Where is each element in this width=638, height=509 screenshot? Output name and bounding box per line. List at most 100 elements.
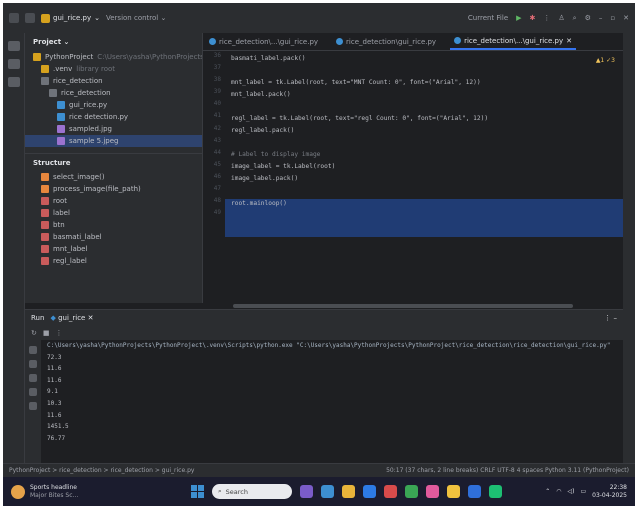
code-line[interactable]: regl_label.pack() — [231, 125, 623, 137]
pycharm-icon[interactable] — [468, 485, 481, 498]
print-icon[interactable] — [29, 388, 37, 396]
code-line[interactable]: mnt_label = tk.Label(root, text="MNT Cou… — [231, 76, 623, 88]
search-icon[interactable]: ⌕ — [573, 14, 577, 23]
structure-item[interactable]: btn — [25, 219, 202, 231]
python-file-icon — [209, 38, 216, 45]
code-line[interactable] — [231, 137, 623, 149]
tree-item[interactable]: sample 5.jpeg — [25, 135, 202, 147]
code-area[interactable]: basmati_label.pack() mnt_label = tk.Label… — [231, 52, 623, 309]
code-line[interactable] — [231, 209, 623, 221]
structure-item[interactable]: mnt_label — [25, 243, 202, 255]
chevron-up-icon[interactable]: ⌃ — [545, 488, 550, 495]
add-user-icon[interactable]: ♙ — [558, 14, 564, 22]
wifi-icon[interactable]: ◠ — [556, 488, 561, 495]
rerun-icon[interactable]: ↻ — [31, 329, 37, 337]
maximize-button[interactable]: ▫ — [610, 14, 615, 22]
debug-icon[interactable]: ✱ — [530, 14, 536, 22]
project-panel: Project ⌄ PythonProject C:\Users\yasha\Py… — [25, 33, 203, 303]
tree-item[interactable]: rice detection.py — [25, 111, 202, 123]
file-info[interactable]: 50:17 (37 chars, 2 line breaks) CRLF UTF… — [386, 467, 629, 474]
more-tools-icon[interactable] — [7, 77, 20, 87]
code-line[interactable] — [231, 100, 623, 112]
project-switcher[interactable]: gui_rice.py ⌄ — [41, 13, 100, 23]
structure-item[interactable]: root — [25, 195, 202, 207]
code-line[interactable]: image_label = tk.Label(root) — [231, 161, 623, 173]
member-icon — [41, 173, 49, 181]
project-tool-icon[interactable] — [7, 41, 20, 51]
battery-icon[interactable]: ▭ — [580, 488, 586, 495]
tree-item-label: rice_detection — [53, 77, 103, 85]
file-icon — [57, 137, 65, 145]
stop-icon[interactable]: ■ — [43, 329, 50, 337]
tree-item[interactable]: .venv library root — [25, 63, 202, 75]
run-side-toolbar — [25, 340, 41, 464]
taskview-icon[interactable] — [300, 485, 313, 498]
tree-item[interactable]: sampled.jpg — [25, 123, 202, 135]
trash-icon[interactable] — [29, 402, 37, 410]
code-line[interactable] — [231, 64, 623, 76]
ide-window: gui_rice.py ⌄ Version control ⌄ Current … — [3, 3, 635, 506]
clock[interactable]: 22:38 03-04-2025 — [592, 484, 627, 500]
code-line[interactable]: root.mainloop() — [231, 197, 623, 209]
taskbar-search[interactable]: ⌕ Search — [212, 484, 292, 499]
tree-item[interactable]: rice_detection — [25, 87, 202, 99]
code-line[interactable]: image_label.pack() — [231, 173, 623, 185]
code-line[interactable]: # Label to display image — [231, 149, 623, 161]
scroll-up-icon[interactable] — [29, 346, 37, 354]
breadcrumb[interactable]: PythonProject > rice_detection > rice_de… — [9, 467, 194, 474]
more-icon[interactable]: ⋮ — [543, 14, 550, 22]
horizontal-scrollbar[interactable] — [233, 304, 573, 308]
explorer-icon[interactable] — [342, 485, 355, 498]
tree-item[interactable]: rice_detection — [25, 75, 202, 87]
structure-panel-title[interactable]: Structure — [25, 153, 202, 171]
app-icon[interactable] — [321, 485, 334, 498]
tree-item-detail: library root — [76, 65, 116, 73]
settings-icon[interactable]: ⚙ — [585, 14, 591, 22]
volume-icon[interactable]: ◁) — [567, 488, 574, 495]
structure-item[interactable]: select_image() — [25, 171, 202, 183]
structure-item[interactable]: regl_label — [25, 255, 202, 267]
start-windows-icon[interactable] — [191, 485, 204, 498]
app-icon[interactable] — [405, 485, 418, 498]
minimize-button[interactable]: – — [599, 14, 603, 22]
structure-item[interactable]: label — [25, 207, 202, 219]
app-icon[interactable] — [384, 485, 397, 498]
main-menu-icon[interactable] — [25, 13, 35, 23]
structure-item[interactable]: basmati_label — [25, 231, 202, 243]
run-tab[interactable]: ◆ gui_rice ✕ — [50, 314, 93, 322]
console-output[interactable]: C:\Users\yasha\PythonProjects\PythonProj… — [47, 342, 617, 446]
run-config-selector[interactable]: Current File — [468, 14, 508, 22]
line-number: 37 — [213, 64, 221, 72]
tree-item[interactable]: gui_rice.py — [25, 99, 202, 111]
tree-item[interactable]: PythonProject C:\Users\yasha\PythonProjec… — [25, 51, 202, 63]
line-number: 43 — [213, 136, 221, 144]
code-line[interactable]: basmati_label.pack() — [231, 52, 623, 64]
code-editor[interactable]: rice_detection\...\gui_rice.py rice_detec… — [203, 33, 623, 309]
app-icon[interactable] — [489, 485, 502, 498]
more-icon[interactable]: ⋮ — [56, 329, 63, 337]
code-line[interactable]: mnt_label.pack() — [231, 88, 623, 100]
commit-tool-icon[interactable] — [7, 59, 20, 69]
console-line: 10.3 — [47, 399, 62, 407]
edge-icon[interactable] — [363, 485, 376, 498]
editor-tabs: rice_detection\...\gui_rice.py rice_detec… — [203, 33, 623, 51]
editor-tab[interactable]: rice_detection\gui_rice.py — [332, 33, 440, 50]
file-icon — [57, 101, 65, 109]
close-icon[interactable]: ✕ — [566, 37, 572, 45]
close-button[interactable]: ✕ — [623, 14, 629, 22]
line-number: 39 — [213, 88, 221, 96]
panel-options-icon[interactable]: ⋮ – — [604, 314, 617, 322]
project-panel-title[interactable]: Project ⌄ — [25, 33, 202, 51]
code-line[interactable] — [231, 185, 623, 197]
editor-tab[interactable]: rice_detection\...\gui_rice.py — [205, 33, 322, 50]
run-icon[interactable]: ▶ — [516, 14, 521, 22]
code-line[interactable]: regl_label = tk.Label(root, text="regl C… — [231, 112, 623, 124]
soft-wrap-icon[interactable] — [29, 374, 37, 382]
version-control-menu[interactable]: Version control ⌄ — [106, 14, 166, 22]
scroll-down-icon[interactable] — [29, 360, 37, 368]
editor-tab[interactable]: rice_detection\...\gui_rice.py ✕ — [450, 33, 576, 50]
app-icon[interactable] — [447, 485, 460, 498]
app-icon[interactable] — [426, 485, 439, 498]
widgets-button[interactable]: Sports headline Major Bites Sc... — [11, 484, 151, 500]
structure-item[interactable]: process_image(file_path) — [25, 183, 202, 195]
